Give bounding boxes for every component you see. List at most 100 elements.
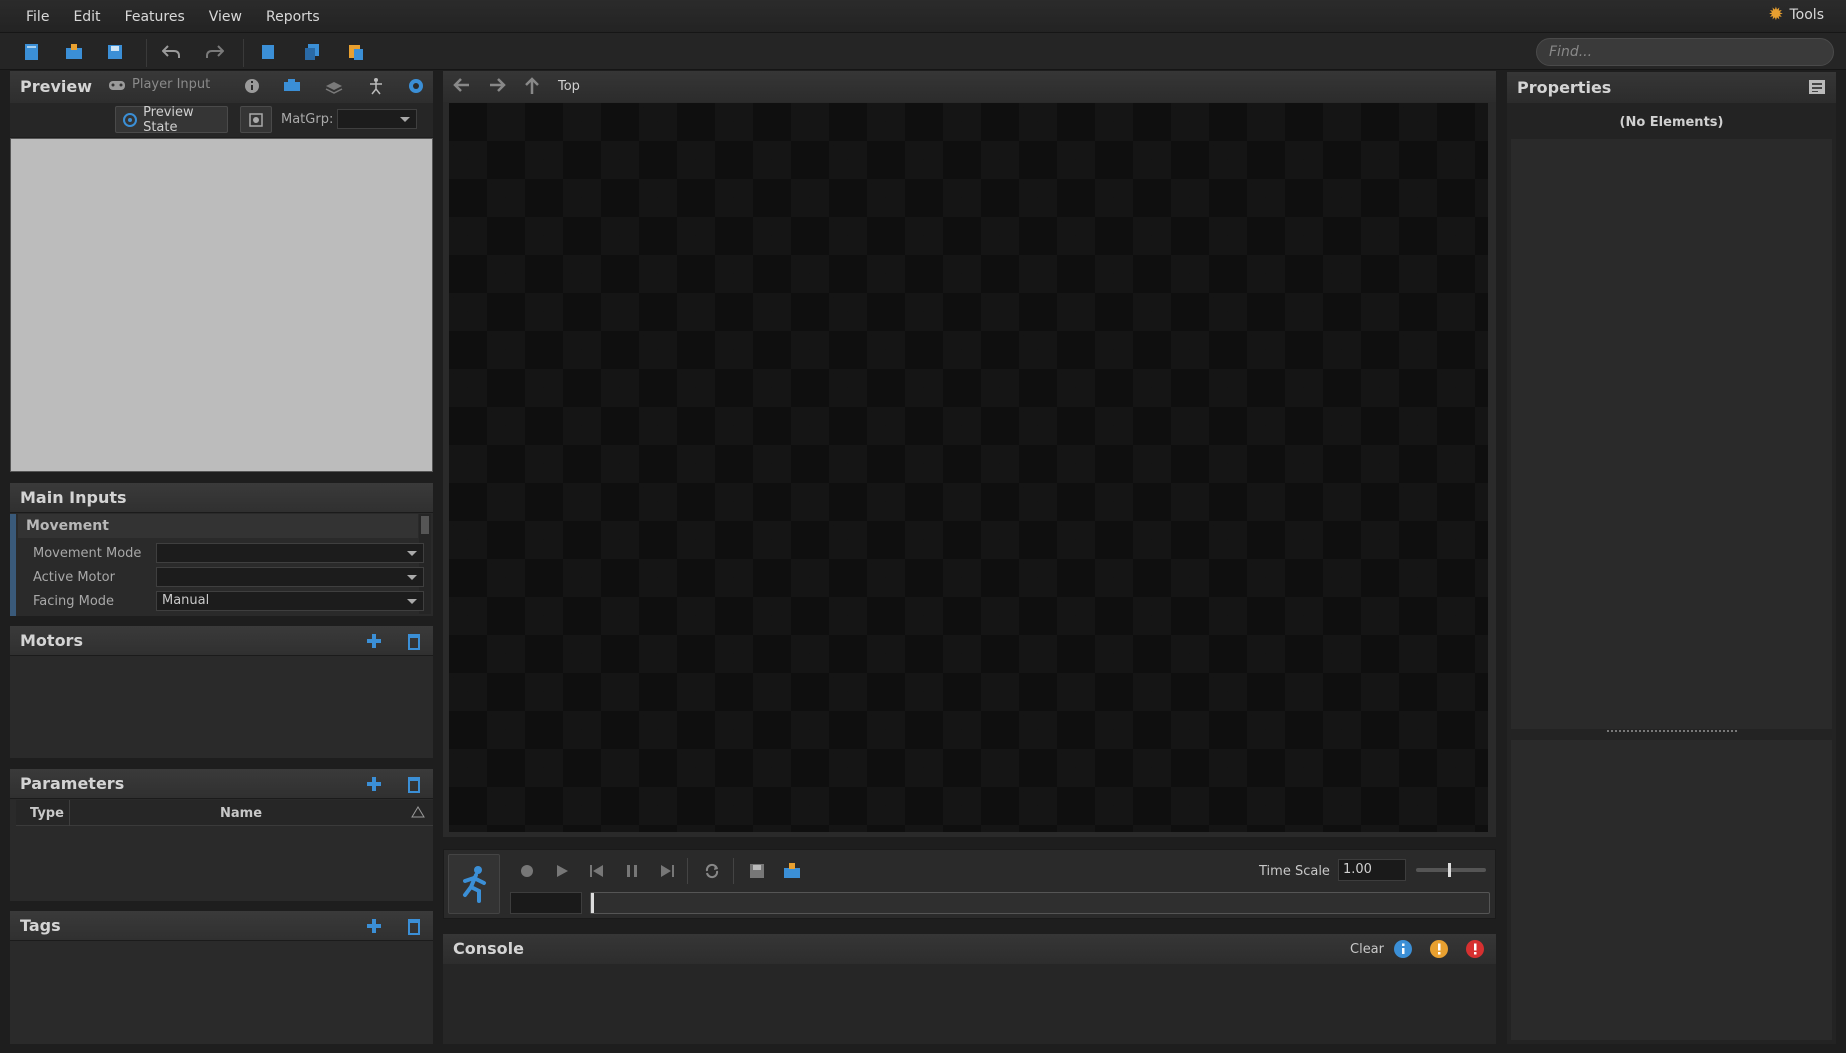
loop-button[interactable] [702, 861, 722, 881]
preview-viewport[interactable] [10, 138, 433, 472]
time-scale-slider[interactable] [1416, 863, 1486, 877]
toolbar: Find... [0, 33, 1846, 70]
info-icon [245, 79, 259, 93]
menu-edit[interactable]: Edit [73, 9, 100, 25]
toolbar-divider [146, 39, 147, 67]
add-tag-button[interactable] [364, 915, 384, 937]
movement-mode-dropdown[interactable] [156, 543, 424, 563]
gamepad-icon [109, 80, 125, 90]
loop-icon [705, 863, 719, 879]
matgrp-dropdown[interactable] [337, 109, 417, 129]
pause-button[interactable] [622, 861, 642, 881]
graph-canvas[interactable] [449, 103, 1488, 832]
skeleton-icon [370, 78, 382, 95]
breadcrumb[interactable]: Top [558, 79, 580, 94]
trash-icon [408, 634, 420, 650]
menu-bar: File Edit Features View Reports ✹ Tools [0, 0, 1846, 33]
preview-state-button[interactable]: Preview State [115, 105, 228, 135]
time-scale-input[interactable]: 1.00 [1338, 859, 1406, 881]
plus-icon [367, 777, 381, 791]
undo-button[interactable] [160, 41, 182, 63]
preview-subtoolbar: Preview State MatGrp: [10, 103, 433, 137]
copy-icon [305, 44, 319, 60]
playback-panel: Time Scale 1.00 [443, 849, 1496, 919]
delete-tag-button[interactable] [404, 915, 424, 937]
menu-features[interactable]: Features [125, 9, 185, 25]
toolbar-divider [243, 39, 244, 67]
save-icon [108, 45, 122, 59]
gear-icon: ✹ [1768, 4, 1784, 25]
properties-menu-button[interactable] [1808, 78, 1826, 100]
preview-capture-button[interactable] [240, 106, 272, 133]
character-button[interactable] [448, 854, 500, 914]
column-type[interactable]: Type [30, 806, 64, 821]
menu-file[interactable]: File [26, 9, 49, 25]
facing-mode-dropdown[interactable]: Manual [156, 591, 424, 611]
console-clear-button[interactable]: Clear [1350, 942, 1384, 957]
console-error-filter[interactable] [1465, 939, 1485, 963]
console-header: Console Clear [443, 934, 1496, 964]
play-button[interactable] [552, 861, 572, 881]
sort-ascending-icon[interactable] [411, 806, 425, 818]
running-man-icon [463, 866, 486, 903]
open-folder-icon [66, 44, 82, 59]
back-button[interactable] [453, 77, 471, 97]
page-button[interactable] [257, 41, 279, 63]
menu-reports[interactable]: Reports [266, 9, 320, 25]
preview-settings-button[interactable] [407, 77, 425, 99]
console-warning-filter[interactable] [1429, 939, 1449, 963]
up-button[interactable] [524, 77, 540, 99]
properties-splitter[interactable] [1607, 730, 1737, 734]
add-parameter-button[interactable] [364, 773, 384, 795]
paste-button[interactable] [345, 41, 367, 63]
parameters-table-header: Type Name [16, 800, 433, 826]
info-toggle[interactable] [243, 77, 261, 99]
tools-label: Tools [1789, 7, 1825, 23]
graph-navigation-bar: Top [443, 71, 1496, 102]
paste-icon [349, 45, 363, 60]
menu-view[interactable]: View [209, 9, 242, 25]
open-button[interactable] [63, 41, 85, 63]
step-back-button[interactable] [587, 861, 607, 881]
step-forward-button[interactable] [657, 861, 677, 881]
save-button[interactable] [104, 41, 126, 63]
parameters-header: Parameters [10, 769, 433, 799]
column-name[interactable]: Name [220, 806, 262, 821]
skeleton-toggle[interactable] [367, 77, 385, 99]
delete-parameter-button[interactable] [404, 773, 424, 795]
add-motor-button[interactable] [364, 630, 384, 652]
forward-button[interactable] [488, 77, 506, 97]
movement-section-header[interactable]: Movement [18, 514, 418, 538]
player-input-button[interactable]: Player Input [108, 77, 210, 92]
camera-toggle[interactable] [282, 77, 302, 99]
record-button[interactable] [517, 861, 537, 881]
save-recording-button[interactable] [747, 861, 767, 881]
active-motor-dropdown[interactable] [156, 567, 424, 587]
chevron-down-icon [400, 117, 410, 122]
redo-button[interactable] [204, 41, 226, 63]
plus-icon [367, 634, 381, 648]
movement-mode-label: Movement Mode [33, 546, 142, 561]
motors-panel: Motors [10, 626, 433, 758]
state-gear-icon [123, 112, 137, 127]
timeline-playhead[interactable] [591, 893, 594, 913]
new-file-button[interactable] [21, 41, 43, 63]
timeline-scrubber[interactable] [590, 892, 1490, 914]
search-input[interactable]: Find... [1536, 38, 1834, 66]
delete-motor-button[interactable] [404, 630, 424, 652]
main-inputs-title: Main Inputs [20, 488, 127, 507]
frame-input[interactable] [510, 892, 582, 914]
copy-button[interactable] [301, 41, 323, 63]
layers-toggle[interactable] [324, 77, 344, 99]
scrollbar-thumb[interactable] [421, 516, 429, 534]
chevron-down-icon [407, 599, 417, 604]
console-output[interactable] [443, 964, 1496, 1044]
console-info-filter[interactable] [1393, 939, 1413, 963]
settings-gear-icon [409, 79, 423, 93]
tools-menu[interactable]: ✹ Tools [1768, 4, 1825, 25]
no-elements-label: (No Elements) [1619, 115, 1724, 130]
load-recording-button[interactable] [782, 861, 802, 881]
parameters-title: Parameters [20, 774, 125, 793]
open-folder-icon [784, 863, 800, 878]
time-scale-slider-thumb[interactable] [1448, 863, 1451, 877]
